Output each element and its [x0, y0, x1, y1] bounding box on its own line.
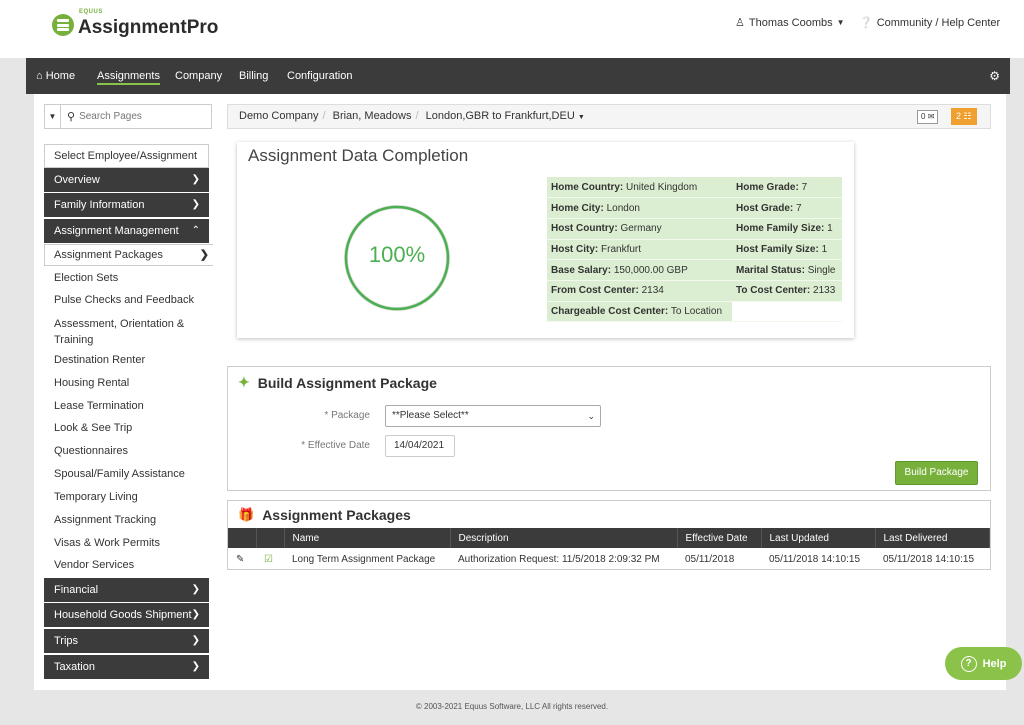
check-square-icon[interactable]: ☑ [256, 548, 284, 570]
data-completion-card: Assignment Data Completion 100% Home Cou… [237, 142, 854, 338]
package-name: Long Term Assignment Package [292, 553, 436, 565]
col-effective-date[interactable]: Effective Date [677, 528, 762, 548]
gear-icon[interactable]: ⚙ [989, 69, 1000, 83]
chevron-down-icon: ❯ [191, 199, 200, 210]
user-name: Thomas Coombs [748, 16, 833, 29]
build-panel-title: ✦ Build Assignment Package [238, 374, 437, 391]
sidebar-section-household-goods[interactable]: Household Goods Shipment ❯ [44, 603, 209, 627]
assignment-info-table: Home Country: United Kingdom Home Grade:… [547, 177, 842, 323]
mail-badge[interactable]: 0 ✉ [917, 110, 939, 124]
user-icon: ♙ [735, 17, 745, 29]
build-package-button[interactable]: Build Package [895, 461, 978, 485]
table-row[interactable]: ✎ ☑ Long Term Assignment Package Authori… [228, 548, 990, 570]
sidebar-section-taxation[interactable]: Taxation ❯ [44, 655, 209, 679]
caret-down-icon[interactable]: ▼ [45, 105, 61, 128]
brand-logo[interactable]: EQUUS AssignmentPro [52, 9, 219, 39]
sidebar-item-lease-termination[interactable]: Lease Termination [44, 399, 209, 413]
package-select[interactable]: **Please Select** ⌄ [385, 405, 601, 427]
select-employee-assignment[interactable]: Select Employee/Assignment [44, 144, 209, 168]
effective-date-input[interactable]: 14/04/2021 [385, 435, 455, 457]
chevron-down-icon: ❯ [191, 609, 200, 620]
chevron-right-icon: ❯ [199, 249, 209, 261]
question-circle-icon: ? [960, 655, 977, 672]
sidebar-item-assignment-tracking[interactable]: Assignment Tracking [44, 513, 209, 527]
nav-configuration[interactable]: Configuration [287, 58, 352, 94]
sidebar-section-overview[interactable]: Overview ❯ [44, 168, 209, 192]
breadcrumb: Demo Company / Brian, Meadows / London,GBR… [227, 104, 991, 129]
sidebar-item-vendor-services[interactable]: Vendor Services [44, 558, 209, 572]
breadcrumb-company[interactable]: Demo Company [239, 110, 318, 122]
brand-small: EQUUS [79, 9, 103, 15]
chevron-up-icon: ⌃ [191, 225, 200, 236]
table-header-row: Name Description Effective Date Last Upd… [228, 528, 990, 548]
breadcrumb-assignment[interactable]: London,GBR to Frankfurt,DEU ▼ [426, 110, 585, 122]
main-navbar: ⌂ Home Assignments Company Billing Confi… [26, 58, 1010, 94]
nav-billing[interactable]: Billing [239, 58, 268, 94]
col-last-updated[interactable]: Last Updated [761, 528, 876, 548]
search-pages[interactable]: ▼ ⚲ [44, 104, 212, 129]
sidebar-item-assessment[interactable]: Assessment, Orientation & Training [44, 317, 209, 347]
chevron-down-icon: ❯ [191, 174, 200, 185]
packages-table: Name Description Effective Date Last Upd… [228, 528, 990, 570]
sidebar-item-pulse-checks[interactable]: Pulse Checks and Feedback [44, 293, 209, 307]
completion-title: Assignment Data Completion [248, 146, 469, 165]
sidebar-item-visas[interactable]: Visas & Work Permits [44, 536, 209, 550]
package-effective: 05/11/2018 [685, 553, 735, 565]
completion-percent: 100% [368, 242, 426, 267]
nav-home[interactable]: ⌂ Home [36, 58, 75, 94]
col-name[interactable]: Name [284, 528, 451, 548]
sidebar-item-spousal-family[interactable]: Spousal/Family Assistance [44, 467, 209, 481]
caret-down-icon: ▼ [577, 114, 585, 121]
brand-name: AssignmentPro [78, 17, 219, 38]
sidebar-item-assignment-packages[interactable]: Assignment Packages ❯ [44, 244, 213, 266]
envelope-icon: ✉ [927, 112, 935, 121]
user-menu[interactable]: ♙ Thomas Coombs ▼ [735, 16, 845, 30]
chevron-down-icon: ❯ [191, 635, 200, 646]
pencil-icon[interactable]: ✎ [228, 548, 256, 570]
sidebar-item-destination-renter[interactable]: Destination Renter [44, 353, 209, 367]
build-package-panel: ✦ Build Assignment Package * Package **P… [227, 366, 991, 491]
sitemap-icon: ☷ [963, 111, 972, 121]
assignment-packages-panel: 🎁 Assignment Packages Name Description E… [227, 500, 991, 570]
sidebar-section-assignment-management[interactable]: Assignment Management ⌃ [44, 219, 209, 243]
package-delivered: 05/11/2018 14:10:15 [883, 553, 975, 565]
sidebar-item-questionnaires[interactable]: Questionnaires [44, 444, 209, 458]
search-icon: ⚲ [67, 111, 76, 123]
home-icon: ⌂ [36, 70, 43, 82]
chevron-down-icon: ❯ [191, 584, 200, 595]
gift-icon: 🎁 [238, 507, 255, 522]
sidebar-item-look-see-trip[interactable]: Look & See Trip [44, 421, 209, 435]
col-description[interactable]: Description [450, 528, 678, 548]
sidebar-item-election-sets[interactable]: Election Sets [44, 271, 209, 285]
package-label: * Package [324, 410, 370, 421]
org-badge[interactable]: 2 ☷ [951, 108, 977, 125]
package-updated: 05/11/2018 14:10:15 [769, 553, 861, 565]
help-button[interactable]: ? Help [945, 647, 1022, 680]
chevron-down-icon: ⌄ [587, 411, 595, 421]
caret-down-icon: ▼ [836, 18, 845, 27]
footer-copyright: © 2003-2021 Equus Software, LLC All righ… [415, 702, 609, 711]
sidebar-item-temporary-living[interactable]: Temporary Living [44, 490, 209, 504]
magic-wand-icon: ✦ [238, 374, 250, 390]
sidebar-section-financial[interactable]: Financial ❯ [44, 578, 209, 602]
sidebar-item-housing-rental[interactable]: Housing Rental [44, 376, 209, 390]
packages-panel-title: 🎁 Assignment Packages [238, 507, 411, 523]
search-input[interactable] [75, 111, 206, 122]
chevron-down-icon: ❯ [191, 661, 200, 672]
package-description: Authorization Request: 11/5/2018 2:09:32… [458, 553, 660, 565]
nav-assignments[interactable]: Assignments [97, 58, 160, 94]
breadcrumb-employee[interactable]: Brian, Meadows [333, 110, 412, 122]
col-last-delivered[interactable]: Last Delivered [875, 528, 990, 548]
equus-logo-icon [52, 14, 74, 36]
effective-date-label: * Effective Date [301, 440, 370, 451]
top-header: EQUUS AssignmentPro ♙ Thomas Coombs ▼ ❔ … [0, 0, 1024, 58]
nav-company[interactable]: Company [175, 58, 222, 94]
community-help-link[interactable]: ❔ Community / Help Center [859, 16, 1001, 30]
sidebar-section-family[interactable]: Family Information ❯ [44, 193, 209, 217]
question-circle-icon: ❔ [859, 17, 873, 29]
community-label: Community / Help Center [876, 16, 1001, 29]
sidebar-section-trips[interactable]: Trips ❯ [44, 629, 209, 653]
